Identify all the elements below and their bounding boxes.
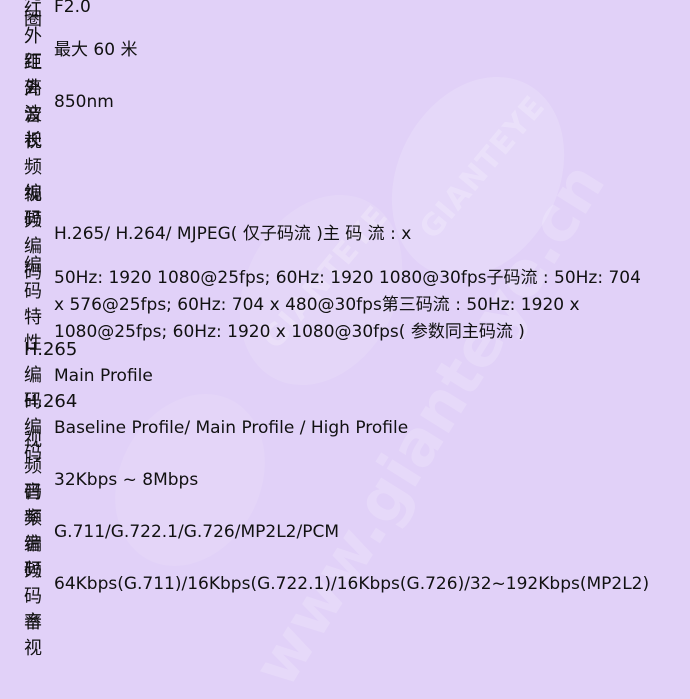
spec-row: H.265 编码 Main Profile bbox=[0, 339, 690, 412]
spec-row: 编码 特性 50Hz: 1920 1080@25fps; 60Hz: 1920 … bbox=[0, 255, 690, 354]
spec-value: Main Profile bbox=[54, 365, 153, 386]
spec-value: Baseline Profile/ Main Profile / High Pr… bbox=[54, 417, 409, 438]
spec-value: 最大 60 米 bbox=[54, 39, 138, 60]
spec-value: 850nm bbox=[54, 91, 114, 112]
spec-row: 音频 编码 G.711/G.722.1/G.726/MP2L2/PCM bbox=[0, 482, 690, 581]
spec-row: 音视 频编 码 bbox=[0, 105, 690, 230]
spec-value: 64Kbps(G.711)/16Kbps(G.722.1)/16Kbps(G.7… bbox=[54, 573, 650, 594]
spec-row: 红外 波长 850nm bbox=[0, 52, 690, 151]
spec-value: F2.0 bbox=[54, 0, 91, 17]
spec-value: H.265/ H.264/ MJPEG( 仅子码流 )主 码 流 : x bbox=[54, 223, 412, 244]
spec-row: 红外 距离 最大 60 米 bbox=[0, 0, 690, 99]
spec-row: 视频 码率 32Kbps ~ 8Mbps bbox=[0, 430, 690, 529]
spec-label: 音视 bbox=[24, 612, 42, 659]
spec-value: 32Kbps ~ 8Mbps bbox=[54, 469, 199, 490]
spec-row: 音频 码率 64Kbps(G.711)/16Kbps(G.722.1)/16Kb… bbox=[0, 534, 690, 633]
spec-value: G.711/G.722.1/G.726/MP2L2/PCM bbox=[54, 521, 340, 542]
spec-row: 视频 编码 H.265/ H.264/ MJPEG( 仅子码流 )主 码 流 :… bbox=[0, 184, 690, 283]
spec-row: 光圈 F2.0 bbox=[0, 0, 690, 30]
spec-row: 音视 bbox=[0, 610, 690, 659]
spec-table: 光圈 F2.0 红外 距离 最大 60 米 红外 波长 850nm 音视 频编 … bbox=[0, 0, 690, 659]
spec-value: 50Hz: 1920 1080@25fps; 60Hz: 1920 1080@3… bbox=[54, 267, 641, 342]
spec-row: H.264 编码 Baseline Profile/ Main Profile … bbox=[0, 391, 690, 464]
